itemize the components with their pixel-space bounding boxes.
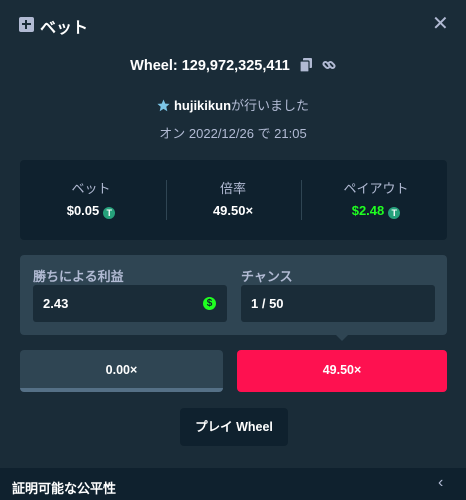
bet-date: オン 2022/12/26 で 21:05 [159, 126, 307, 141]
divider [301, 180, 302, 220]
profit-field[interactable]: 2.43 $ [33, 285, 227, 322]
profit-calculator: 勝ちによる利益 2.43 $ チャンス 1 / 50 [20, 255, 447, 335]
copy-icon[interactable] [299, 58, 312, 76]
multiplier-stat: 倍率 49.50× [162, 160, 304, 240]
provably-fair-bar[interactable]: 証明可能な公平性 ‹ [0, 468, 466, 500]
payout-label: ペイアウト [343, 181, 409, 196]
bet-slip-icon [19, 17, 34, 32]
payout-stat: ペイアウト $2.48 T [305, 160, 447, 240]
play-wheel-button[interactable]: プレイ Wheel [180, 408, 288, 446]
calculator-pointer [336, 335, 348, 341]
payout-value: $2.48 [351, 203, 385, 218]
wheel-id: Wheel: 129,972,325,411 [130, 58, 290, 74]
dollar-coin-icon: $ [203, 297, 216, 310]
payout-value-row: $2.48 T [305, 203, 447, 219]
bet-stat: ベット $0.05 T [20, 160, 162, 240]
multiplier-label: 倍率 [219, 181, 246, 196]
tether-icon: T [388, 207, 401, 219]
placed-by-line: hujikikunが行いました [0, 95, 466, 114]
segment-low-button[interactable]: 0.00× [20, 350, 223, 392]
placed-by-suffix: が行いました [231, 98, 310, 113]
chance-value: 1 / 50 [251, 296, 284, 311]
tether-icon: T [103, 207, 116, 219]
username-link[interactable]: hujikikun [174, 98, 231, 113]
link-icon[interactable] [322, 58, 336, 76]
bet-stats-panel: ベット $0.05 T 倍率 49.50× ペイアウト $2.48 T [20, 160, 447, 240]
modal-header: ベット ✕ [0, 0, 466, 50]
close-icon[interactable]: ✕ [432, 14, 449, 34]
bet-value: $0.05 [66, 203, 100, 218]
chance-label: チャンス [241, 269, 293, 284]
chance-field[interactable]: 1 / 50 [241, 285, 435, 322]
wheel-id-line: Wheel: 129,972,325,411 [0, 58, 466, 76]
profit-value: 2.43 [43, 296, 69, 311]
modal-title: ベット [40, 20, 89, 37]
profit-label: 勝ちによる利益 [33, 269, 124, 284]
segment-high-button[interactable]: 49.50× [237, 350, 447, 392]
bet-value-row: $0.05 T [20, 203, 162, 219]
vip-star-icon [157, 99, 170, 112]
multiplier-value: 49.50× [212, 203, 254, 218]
bet-label: ベット [71, 181, 111, 196]
chevron-left-icon[interactable]: ‹ [438, 474, 443, 492]
provably-fair-label: 証明可能な公平性 [12, 481, 117, 496]
